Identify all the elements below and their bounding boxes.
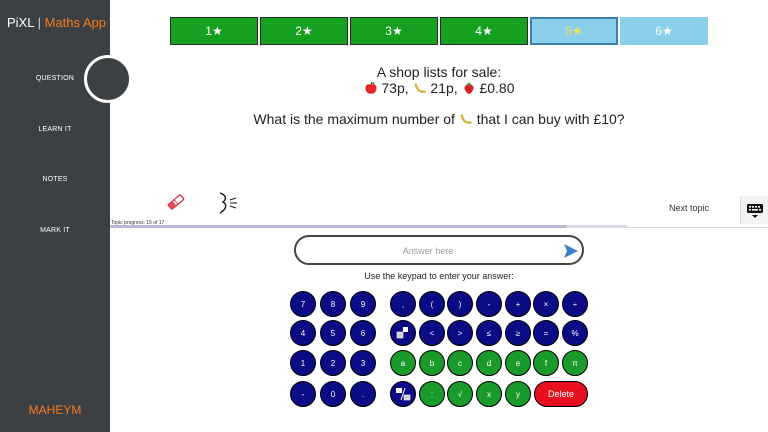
answer-box [294, 235, 584, 265]
keyboard-toggle-button[interactable] [740, 196, 768, 224]
key-equals[interactable]: = [533, 320, 559, 346]
sidebar-item-mark-it[interactable]: MARK IT [0, 227, 110, 234]
topic-progress-bar [110, 225, 627, 228]
fraction-icon [396, 387, 411, 401]
key-open-paren[interactable]: ( [419, 291, 445, 317]
keypad-hint: Use the keypad to enter your answer: [364, 271, 514, 281]
key-less-equal[interactable]: ≤ [476, 320, 502, 346]
key-greater-than[interactable]: > [447, 320, 473, 346]
key-0[interactable]: 0 [320, 381, 346, 407]
key-y[interactable]: y [505, 381, 531, 407]
strawberry-icon [464, 82, 474, 94]
key-add[interactable]: + [505, 291, 531, 317]
question-ask-after: that I can buy with £10? [476, 111, 625, 127]
key-decimal[interactable]: . [350, 381, 376, 407]
item3-price: £0.80 [479, 80, 515, 96]
key-7[interactable]: 7 [290, 291, 316, 317]
key-e[interactable]: e [505, 350, 531, 376]
key-1[interactable]: 1 [290, 350, 316, 376]
question-ask-before: What is the maximum number of [253, 111, 455, 127]
question-text: What is the maximum number of that I can… [200, 111, 678, 127]
topic-progress-fill [110, 225, 567, 228]
key-c[interactable]: c [447, 350, 473, 376]
key-pi[interactable]: π [562, 350, 588, 376]
question-price-list: 73p, 21p, £0.80 [200, 80, 678, 96]
key-colon[interactable]: : [419, 381, 445, 407]
key-minus[interactable]: - [290, 381, 316, 407]
key-d[interactable]: d [476, 350, 502, 376]
keyboard-icon [746, 204, 763, 218]
key-subtract[interactable]: - [476, 291, 502, 317]
level-tab-4[interactable]: 4★ [440, 17, 528, 45]
annotate-pointer-icon[interactable] [216, 191, 242, 215]
key-percent[interactable]: % [562, 320, 588, 346]
question-intro: A shop lists for sale: [376, 64, 502, 80]
brand-logo: PiXL | Maths App [7, 15, 106, 30]
key-sqrt[interactable]: √ [447, 381, 473, 407]
user-name: MAHEYM [28, 403, 82, 417]
send-icon[interactable] [562, 242, 580, 260]
active-tab-indicator [84, 55, 132, 103]
key-a[interactable]: a [390, 350, 416, 376]
key-f[interactable]: f [533, 350, 559, 376]
key-5[interactable]: 5 [320, 320, 346, 346]
key-6[interactable]: 6 [350, 320, 376, 346]
power-icon [396, 327, 408, 339]
banana-icon [460, 114, 472, 124]
key-power[interactable] [390, 320, 416, 346]
key-b[interactable]: b [419, 350, 445, 376]
divider [627, 227, 768, 228]
brand-app-name: Maths App [44, 15, 107, 30]
key-greater-equal[interactable]: ≥ [505, 320, 531, 346]
key-2[interactable]: 2 [320, 350, 346, 376]
level-tab-2[interactable]: 2★ [260, 17, 348, 45]
answer-input[interactable] [310, 242, 546, 259]
key-8[interactable]: 8 [320, 291, 346, 317]
sidebar-item-notes[interactable]: NOTES [0, 176, 110, 183]
item2-price: 21p, [430, 80, 458, 96]
level-tab-3[interactable]: 3★ [350, 17, 438, 45]
level-tab-5[interactable]: 5★ [530, 17, 618, 45]
key-9[interactable]: 9 [350, 291, 376, 317]
key-3[interactable]: 3 [350, 350, 376, 376]
eraser-icon[interactable] [164, 190, 188, 214]
level-tab-1[interactable]: 1★ [170, 17, 258, 45]
key-close-paren[interactable]: ) [447, 291, 473, 317]
level-tab-6[interactable]: 6★ [620, 17, 708, 45]
key-multiply[interactable]: × [533, 291, 559, 317]
item1-price: 73p, [381, 80, 409, 96]
key-4[interactable]: 4 [290, 320, 316, 346]
key-divide[interactable]: ÷ [562, 291, 588, 317]
apple-icon [365, 81, 376, 94]
brand-separator: | [33, 15, 45, 30]
key-x[interactable]: x [476, 381, 502, 407]
next-topic-link[interactable]: Next topic [669, 203, 709, 213]
delete-button[interactable]: Delete [534, 381, 588, 407]
sidebar-item-learn-it[interactable]: LEARN IT [0, 126, 110, 133]
key-fraction[interactable] [390, 381, 416, 407]
brand-name: PiXL [7, 15, 34, 30]
banana-icon [414, 83, 426, 93]
key-comma[interactable]: , [390, 291, 416, 317]
key-less-than[interactable]: < [419, 320, 445, 346]
